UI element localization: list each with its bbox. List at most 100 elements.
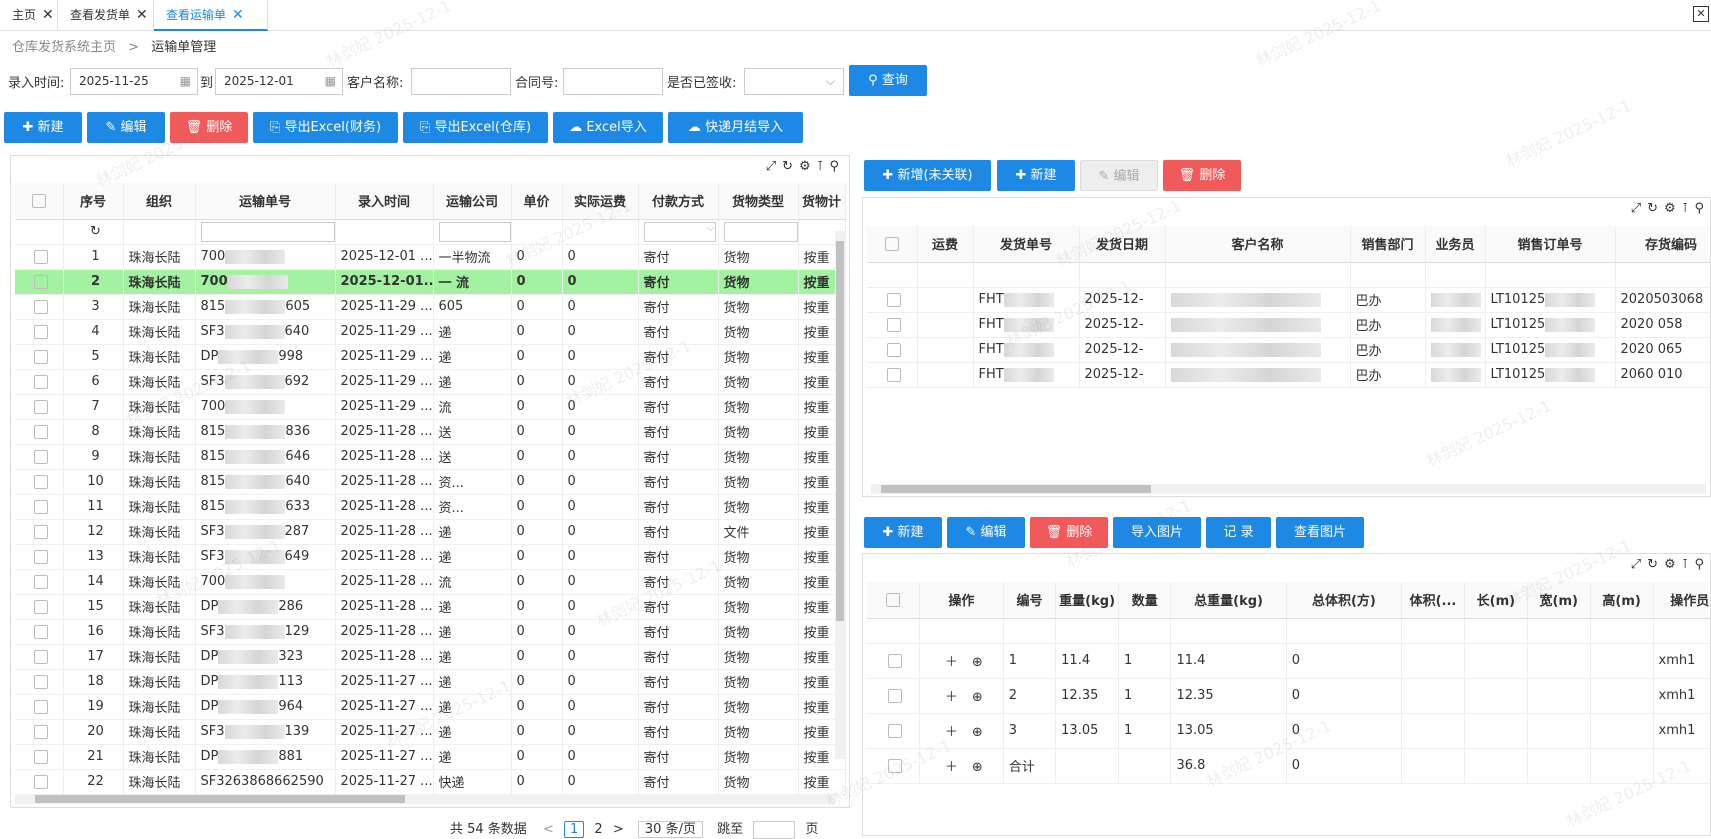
page-1-button[interactable]: 1 <box>564 821 585 838</box>
column-header[interactable]: 序号 <box>63 183 124 220</box>
fullscreen-icon[interactable]: ⤢ <box>766 159 782 174</box>
next-page-button[interactable]: > <box>613 822 624 837</box>
tab-view-delivery[interactable]: 查看发货单 ✕ <box>58 0 154 31</box>
column-header[interactable]: 单价 <box>511 183 563 220</box>
plus-icon[interactable]: ＋ <box>945 725 958 740</box>
column-header[interactable]: 长(m) <box>1464 582 1528 619</box>
column-header[interactable]: 录入时间 <box>335 183 434 220</box>
select-all-checkbox[interactable] <box>867 226 918 263</box>
column-header[interactable]: 组织 <box>123 183 196 220</box>
table-row[interactable]: 4 珠海长陆 SF3 640 2025-11-29 ... 递 0 0 寄付 货物 按重 <box>15 319 846 345</box>
table-row[interactable]: 2 珠海长陆 700 2025-12-01... 一 流 0 0 寄付 货物 按重 <box>15 269 846 295</box>
column-header[interactable]: 发货单号 <box>973 226 1080 263</box>
row-checkbox[interactable] <box>15 469 64 495</box>
table-row[interactable]: 12 珠海长陆 SF3 287 2025-11-28 ... 递 0 0 寄付 文件 按重 <box>15 519 846 545</box>
row-checkbox[interactable] <box>867 678 920 714</box>
table-row[interactable]: 13 珠海长陆 SF3 649 2025-11-28 ... 递 0 0 寄付 货物 按重 <box>15 544 846 570</box>
prev-page-button[interactable]: < <box>543 822 554 837</box>
table-row[interactable]: 19 珠海长陆 DP 964 2025-11-27 ... 递 0 0 寄付 货物 按重 <box>15 694 846 720</box>
table-row[interactable]: 5 珠海长陆 DP 998 2025-11-29 ... 递 0 0 寄付 货物 按重 <box>15 344 846 370</box>
column-header[interactable]: 重量(kg) <box>1055 582 1120 619</box>
row-checkbox[interactable] <box>15 269 64 295</box>
refresh-icon[interactable]: ↻ <box>1647 201 1664 216</box>
row-checkbox[interactable] <box>15 744 64 770</box>
row-checkbox[interactable] <box>15 419 64 445</box>
signed-select[interactable]: ⌵ <box>744 68 844 95</box>
tab-home[interactable]: 主页 ✕ <box>0 0 58 31</box>
close-icon[interactable]: ✕ <box>42 7 54 23</box>
edit-delivery-button[interactable]: ✎ 编辑 <box>1080 160 1158 191</box>
column-header[interactable]: 数量 <box>1118 582 1172 619</box>
row-checkbox[interactable] <box>15 444 64 470</box>
table-row[interactable]: 17 珠海长陆 DP 323 2025-11-28 ... 递 0 0 寄付 货物 按重 <box>15 644 846 670</box>
refresh-icon[interactable]: ↻ <box>782 159 799 174</box>
table-row[interactable]: FHT 2025-12- 巴办 LT10125 2020503068 <box>867 287 1710 313</box>
delete-button[interactable]: 🗑 删除 <box>170 112 248 143</box>
table-row[interactable]: 7 珠海长陆 700 2025-11-29 ... 流 0 0 寄付 货物 按重 <box>15 394 846 420</box>
scrollbar-horizontal[interactable] <box>871 484 1706 494</box>
zoom-in-icon[interactable]: ⊕ <box>972 760 983 775</box>
column-icon[interactable]: ⊺ <box>1682 201 1695 216</box>
page-2-button[interactable]: 2 <box>594 822 602 837</box>
column-header[interactable]: 货物类型 <box>718 183 799 220</box>
search-icon[interactable]: ⚲ <box>829 159 845 174</box>
view-image-button[interactable]: 查看图片 <box>1276 517 1364 548</box>
row-checkbox[interactable] <box>867 713 920 749</box>
import-image-button[interactable]: 导入图片 <box>1113 517 1201 548</box>
gear-icon[interactable]: ⚙ <box>1664 201 1682 216</box>
row-checkbox[interactable] <box>867 312 918 338</box>
zoom-in-icon[interactable]: ⊕ <box>972 690 983 705</box>
select-all-checkbox[interactable] <box>15 183 64 220</box>
row-checkbox[interactable] <box>15 644 64 670</box>
table-row[interactable]: ＋ ⊕ 合计 36.8 0 <box>867 748 1710 784</box>
table-row[interactable]: 1 珠海长陆 700 2025-12-01 ... 一半物流 0 0 寄付 货物 按重 <box>15 244 846 270</box>
scrollbar-vertical[interactable] <box>835 231 845 759</box>
delete-package-button[interactable]: 🗑 删除 <box>1030 517 1108 548</box>
table-row[interactable]: FHT 2025-12- 巴办 LT10125 2020 058 <box>867 312 1710 338</box>
column-header[interactable]: 运输单号 <box>195 183 336 220</box>
query-button[interactable]: ⚲ 查询 <box>849 65 927 96</box>
column-header[interactable]: 操作员 <box>1653 582 1710 619</box>
column-header[interactable]: 高(m) <box>1590 582 1654 619</box>
filter-select[interactable]: ⌵ <box>643 221 716 242</box>
close-icon[interactable]: ✕ <box>232 7 244 23</box>
column-header[interactable]: 销售订单号 <box>1485 226 1616 263</box>
zoom-in-icon[interactable]: ⊕ <box>972 725 983 740</box>
gear-icon[interactable]: ⚙ <box>799 159 817 174</box>
scrollbar-horizontal[interactable] <box>15 794 835 804</box>
table-row[interactable]: 18 珠海长陆 DP 113 2025-11-27 ... 递 0 0 寄付 货物 按重 <box>15 669 846 695</box>
row-checkbox[interactable] <box>15 319 64 345</box>
row-checkbox[interactable] <box>15 569 64 595</box>
excel-import-button[interactable]: ☁ Excel导入 <box>553 112 663 143</box>
column-header[interactable]: 操作 <box>919 582 1004 619</box>
export-finance-button[interactable]: ⎘ 导出Excel(财务) <box>253 112 398 143</box>
table-row[interactable]: 10 珠海长陆 815 640 2025-11-28 ... 资... 0 0 寄付 货物 按重 <box>15 469 846 495</box>
table-row[interactable]: 3 珠海长陆 815 605 2025-11-29 ... 605 0 0 寄付 货物 按重 <box>15 294 846 320</box>
row-checkbox[interactable] <box>15 494 64 520</box>
gear-icon[interactable]: ⚙ <box>1664 557 1682 572</box>
row-checkbox[interactable] <box>867 748 920 784</box>
row-checkbox[interactable] <box>15 244 64 270</box>
column-icon[interactable]: ⊺ <box>817 159 830 174</box>
column-header[interactable]: 存货编码 <box>1615 226 1710 263</box>
column-header[interactable]: 货物计 <box>798 183 846 220</box>
table-row[interactable]: ＋ ⊕ 2 12.35 1 12.35 0 xmh1 <box>867 678 1710 714</box>
table-row[interactable]: ＋ ⊕ 3 13.05 1 13.05 0 xmh1 <box>867 713 1710 749</box>
table-row[interactable]: 6 珠海长陆 SF3 692 2025-11-29 ... 递 0 0 寄付 货物 按重 <box>15 369 846 395</box>
customer-input[interactable] <box>411 68 511 95</box>
table-row[interactable]: 11 珠海长陆 815 633 2025-11-28 ... 资... 0 0 寄付 货物 按重 <box>15 494 846 520</box>
zoom-in-icon[interactable]: ⊕ <box>972 655 983 670</box>
tab-view-transport[interactable]: 查看运输单 ✕ <box>154 0 268 31</box>
express-import-button[interactable]: ☁ 快递月结导入 <box>668 112 803 143</box>
row-checkbox[interactable] <box>15 369 64 395</box>
new-delivery-button[interactable]: ✚ 新建 <box>997 160 1075 191</box>
close-all-icon[interactable]: ✕ <box>1693 6 1709 22</box>
new-package-button[interactable]: ✚ 新建 <box>864 517 942 548</box>
contract-input[interactable] <box>563 68 663 95</box>
close-icon[interactable]: ✕ <box>136 7 148 23</box>
page-size-select[interactable]: 30 条/页 <box>637 821 703 838</box>
plus-icon[interactable]: ＋ <box>945 655 958 670</box>
record-button[interactable]: 记 录 <box>1206 517 1271 548</box>
column-header[interactable]: 运费 <box>917 226 974 263</box>
column-header[interactable]: 实际运费 <box>562 183 639 220</box>
